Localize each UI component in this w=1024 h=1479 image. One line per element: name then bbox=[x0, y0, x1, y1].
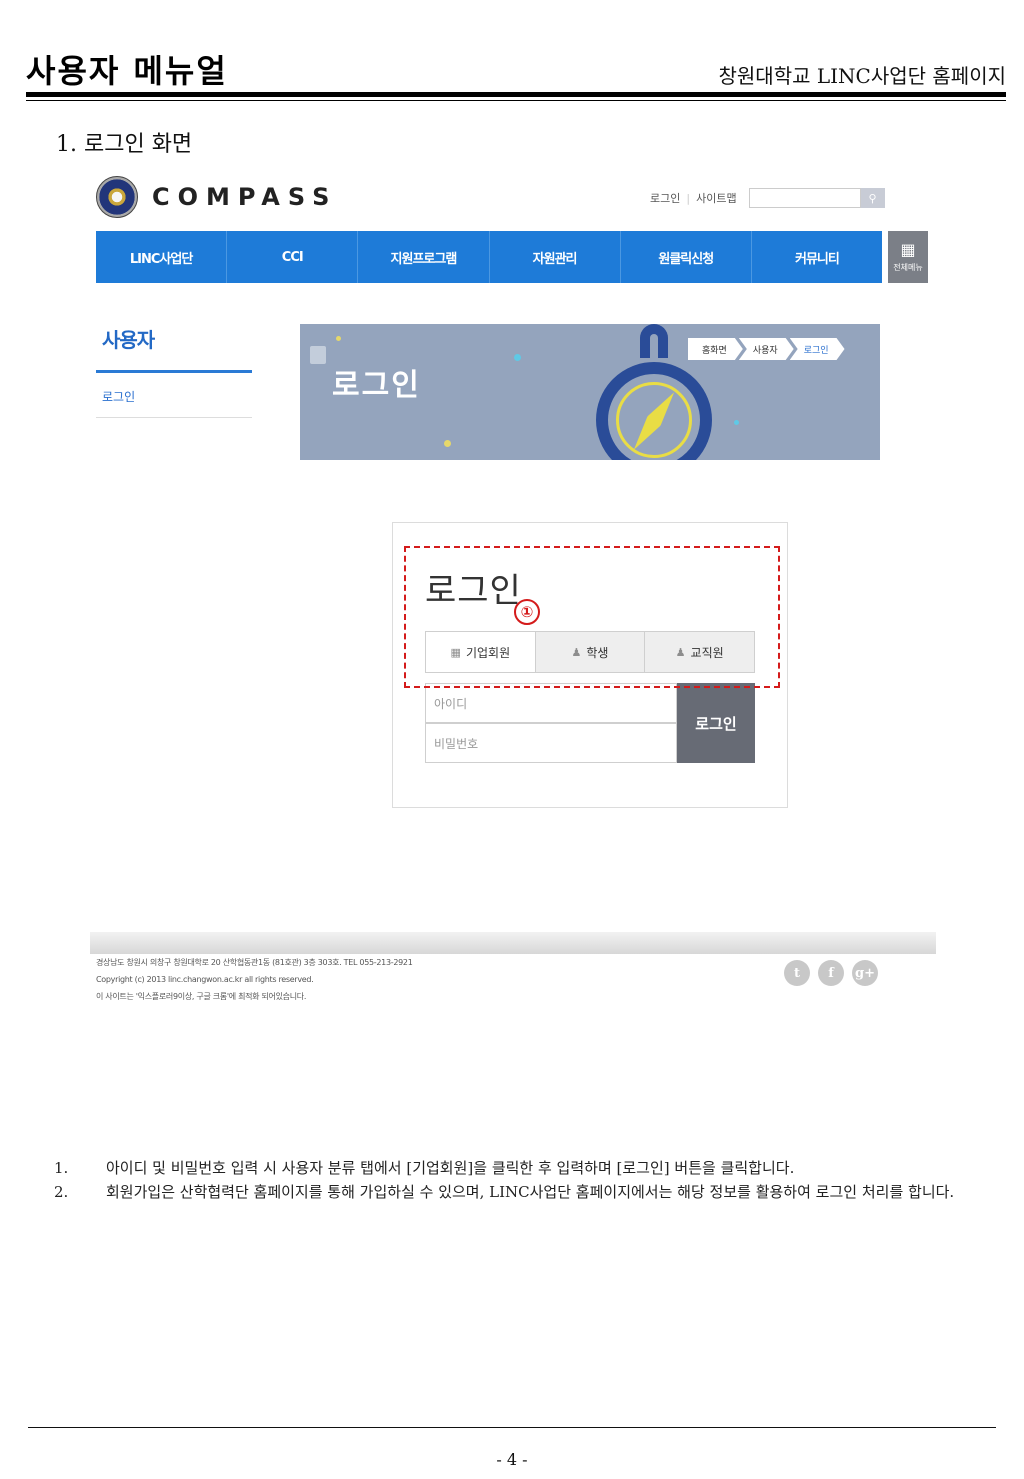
instruction-item: 2. 회원가입은 산학협력단 홈페이지를 통해 가입하실 수 있으며, LINC… bbox=[54, 1180, 974, 1204]
document-subtitle: 창원대학교 LINC사업단 홈페이지 bbox=[718, 64, 1007, 88]
footer-address: 경상남도 창원시 의창구 창원대학로 20 산학협동관1동 (81호관) 3층 … bbox=[96, 958, 413, 967]
breadcrumb-user[interactable]: 사용자 bbox=[739, 338, 794, 360]
banner-title: 로그인 bbox=[332, 368, 421, 403]
breadcrumb-home[interactable]: 홈화면 bbox=[688, 338, 743, 360]
person-icon: ♟ bbox=[571, 645, 582, 659]
university-emblem-icon bbox=[96, 176, 138, 218]
sidebar-item-login[interactable]: 로그인 bbox=[102, 388, 135, 405]
tab-label: 기업회원 bbox=[465, 645, 511, 660]
banner-decoration-dot bbox=[336, 336, 341, 341]
document-title: 사용자 메뉴얼 bbox=[26, 52, 228, 90]
nav-item-support-program[interactable]: 지원프로그램 bbox=[358, 231, 490, 283]
login-panel: 로그인 ▦ 기업회원 ♟ 학생 ♟ 교직원 아이디 비밀번호 로그인 bbox=[392, 522, 788, 808]
footer-copyright: Copyright (c) 2013 linc.changwon.ac.kr a… bbox=[96, 975, 314, 984]
sidebar-divider bbox=[96, 417, 252, 418]
callout-number: ① bbox=[514, 599, 540, 625]
person-icon: ♟ bbox=[675, 645, 686, 659]
tab-label: 학생 bbox=[586, 645, 609, 660]
instruction-number: 1. bbox=[54, 1159, 69, 1177]
nav-item-cci[interactable]: CCI bbox=[227, 231, 359, 283]
header-rule-thick bbox=[26, 92, 1006, 97]
util-login-link[interactable]: 로그인 bbox=[650, 190, 680, 206]
site-search-input[interactable] bbox=[748, 188, 861, 208]
user-type-tabs: ▦ 기업회원 ♟ 학생 ♟ 교직원 bbox=[425, 631, 755, 673]
section-heading: 1. 로그인 화면 bbox=[56, 132, 193, 157]
breadcrumb-login: 로그인 bbox=[790, 338, 845, 360]
all-menu-label: 전체메뉴 bbox=[893, 262, 923, 272]
tab-student[interactable]: ♟ 학생 bbox=[534, 632, 645, 672]
compass-icon bbox=[640, 324, 668, 358]
footer-browser-note: 이 사이트는 '익스플로러9이상, 구글 크롬'에 최적화 되어있습니다. bbox=[96, 992, 307, 1001]
tab-staff[interactable]: ♟ 교직원 bbox=[644, 632, 755, 672]
nav-item-community[interactable]: 커뮤니티 bbox=[752, 231, 882, 283]
login-button[interactable]: 로그인 bbox=[677, 683, 755, 763]
tab-corporate-member[interactable]: ▦ 기업회원 bbox=[426, 632, 535, 672]
search-icon[interactable]: ⚲ bbox=[860, 188, 885, 208]
breadcrumb: 홈화면 사용자 로그인 bbox=[688, 338, 845, 360]
banner-decoration-dot bbox=[734, 420, 739, 425]
util-sitemap-link[interactable]: 사이트맵 bbox=[696, 190, 736, 206]
utility-bar: 로그인 | 사이트맵 ⚲ bbox=[650, 188, 885, 208]
building-icon: ▦ bbox=[450, 645, 461, 659]
banner-decoration-dot bbox=[444, 440, 451, 447]
login-form: 아이디 비밀번호 로그인 bbox=[425, 683, 755, 765]
page-footer-rule bbox=[28, 1427, 996, 1428]
sidebar-title-underline bbox=[96, 370, 252, 373]
instruction-text: 회원가입은 산학협력단 홈페이지를 통해 가입하실 수 있으며, LINC사업단… bbox=[106, 1183, 955, 1201]
facebook-icon[interactable]: f bbox=[818, 960, 844, 986]
page-banner: 로그인 홈화면 사용자 로그인 bbox=[300, 324, 880, 460]
banner-decoration-dot bbox=[514, 354, 521, 361]
instruction-number: 2. bbox=[54, 1183, 69, 1201]
nav-item-linc[interactable]: LINC사업단 bbox=[96, 231, 228, 283]
util-separator: | bbox=[686, 191, 691, 205]
tab-label: 교직원 bbox=[690, 645, 724, 660]
nav-item-oneclick[interactable]: 원클릭신청 bbox=[621, 231, 752, 283]
google-plus-icon[interactable]: g+ bbox=[852, 960, 878, 986]
banner-decoration bbox=[310, 346, 326, 364]
login-title: 로그인 bbox=[425, 571, 522, 611]
nav-item-resource[interactable]: 자원관리 bbox=[490, 231, 621, 283]
sidebar-title: 사용자 bbox=[102, 328, 155, 352]
page-number: - 4 - bbox=[496, 1450, 528, 1469]
twitter-icon[interactable]: t bbox=[784, 960, 810, 986]
instruction-item: 1. 아이디 및 비밀번호 입력 시 사용자 분류 탭에서 [기업회원]을 클릭… bbox=[54, 1156, 974, 1180]
site-logo[interactable]: COMPASS bbox=[96, 176, 337, 218]
header-rule-thin bbox=[26, 100, 1006, 101]
main-navigation: LINC사업단 CCI 지원프로그램 자원관리 원클릭신청 커뮤니티 bbox=[96, 231, 882, 283]
site-footer-band bbox=[90, 932, 936, 954]
instruction-text: 아이디 및 비밀번호 입력 시 사용자 분류 탭에서 [기업회원]을 클릭한 후… bbox=[106, 1159, 795, 1177]
password-field[interactable]: 비밀번호 bbox=[425, 723, 677, 763]
instruction-list: 1. 아이디 및 비밀번호 입력 시 사용자 분류 탭에서 [기업회원]을 클릭… bbox=[54, 1156, 974, 1204]
user-id-field[interactable]: 아이디 bbox=[425, 683, 677, 723]
site-footer-info: 경상남도 창원시 의창구 창원대학로 20 산학협동관1동 (81호관) 3층 … bbox=[96, 954, 413, 1005]
logo-text: COMPASS bbox=[152, 183, 338, 211]
social-links: t f g+ bbox=[784, 960, 886, 986]
website-screenshot: COMPASS 로그인 | 사이트맵 ⚲ LINC사업단 CCI 지원프로그램 … bbox=[90, 170, 940, 1010]
grid-icon: ▦ bbox=[900, 239, 916, 259]
all-menu-button[interactable]: ▦ 전체메뉴 bbox=[888, 231, 928, 283]
